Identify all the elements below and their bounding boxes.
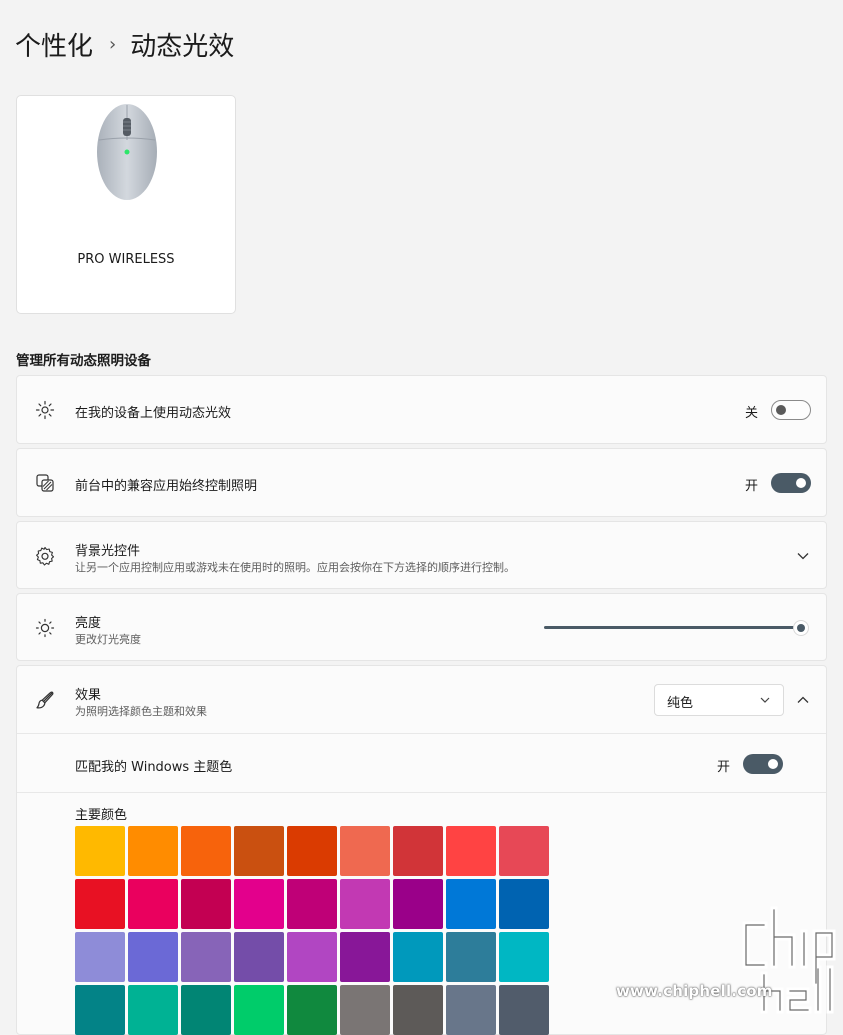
color-swatch[interactable] [128, 826, 178, 876]
lighting-icon [35, 400, 55, 420]
layers-icon [36, 474, 54, 492]
color-swatch[interactable] [181, 932, 231, 982]
use-lighting-toggle[interactable] [771, 400, 811, 420]
color-swatch[interactable] [499, 879, 549, 929]
color-swatch[interactable] [446, 879, 496, 929]
color-swatch[interactable] [340, 826, 390, 876]
color-swatch[interactable] [499, 826, 549, 876]
background-control-row[interactable]: 背景光控件 让另一个应用控制应用或游戏未在使用时的照明。应用会按你在下方选择的顺… [16, 521, 827, 589]
color-swatch[interactable] [181, 879, 231, 929]
chevron-down-icon[interactable] [796, 549, 810, 563]
chevron-up-icon[interactable] [796, 693, 810, 707]
device-card[interactable]: PRO WIRELESS [16, 95, 236, 314]
breadcrumb-separator: › [109, 33, 117, 55]
effect-dropdown-value: 纯色 [667, 696, 694, 711]
color-swatch[interactable] [75, 879, 125, 929]
foreground-apps-state: 开 [745, 479, 759, 494]
color-swatch[interactable] [128, 879, 178, 929]
breadcrumb: 个性化 › 动态光效 [15, 24, 234, 64]
section-title: 管理所有动态照明设备 [16, 353, 151, 369]
brightness-subtitle: 更改灯光亮度 [75, 633, 141, 646]
color-swatch[interactable] [234, 985, 284, 1035]
brightness-slider-track[interactable] [544, 626, 802, 629]
foreground-apps-toggle[interactable] [771, 473, 811, 493]
foreground-apps-row: 前台中的兼容应用始终控制照明 开 [16, 448, 827, 517]
color-swatch[interactable] [234, 932, 284, 982]
color-swatch[interactable] [287, 879, 337, 929]
divider [17, 792, 826, 793]
color-swatch[interactable] [287, 826, 337, 876]
brush-icon [36, 691, 54, 709]
color-swatch[interactable] [446, 932, 496, 982]
chevron-down-icon [760, 697, 770, 703]
color-swatch[interactable] [446, 985, 496, 1035]
color-swatch[interactable] [75, 826, 125, 876]
color-swatch[interactable] [234, 879, 284, 929]
color-swatch[interactable] [340, 985, 390, 1035]
match-theme-label: 匹配我的 Windows 主题色 [75, 760, 233, 775]
color-swatch[interactable] [128, 985, 178, 1035]
color-swatch[interactable] [393, 932, 443, 982]
color-swatch[interactable] [234, 826, 284, 876]
color-swatch[interactable] [393, 826, 443, 876]
effect-dropdown[interactable]: 纯色 [654, 684, 784, 716]
brightness-slider-thumb[interactable] [793, 620, 809, 636]
background-control-title: 背景光控件 [75, 544, 141, 559]
watermark-text: www.chiphell.com [616, 982, 773, 1000]
divider [17, 733, 826, 734]
color-swatch-grid [75, 826, 549, 1035]
brightness-title: 亮度 [75, 616, 102, 631]
color-swatch[interactable] [499, 985, 549, 1035]
brightness-row: 亮度 更改灯光亮度 [16, 593, 827, 661]
breadcrumb-parent[interactable]: 个性化 [15, 26, 93, 63]
use-lighting-state: 关 [745, 406, 759, 421]
effects-title: 效果 [75, 688, 102, 703]
use-lighting-row: 在我的设备上使用动态光效 关 [16, 375, 827, 444]
background-control-subtitle: 让另一个应用控制应用或游戏未在使用时的照明。应用会按你在下方选择的顺序进行控制。 [75, 561, 515, 574]
page-title: 动态光效 [130, 31, 235, 62]
match-theme-toggle[interactable] [743, 754, 783, 774]
foreground-apps-title: 前台中的兼容应用始终控制照明 [75, 479, 258, 494]
mouse-image [97, 104, 157, 200]
color-swatch[interactable] [393, 985, 443, 1035]
color-swatch[interactable] [181, 985, 231, 1035]
color-swatch[interactable] [340, 879, 390, 929]
color-swatch[interactable] [75, 932, 125, 982]
color-swatch[interactable] [393, 879, 443, 929]
color-swatch[interactable] [499, 932, 549, 982]
match-theme-state: 开 [717, 760, 731, 775]
effects-subtitle: 为照明选择颜色主题和效果 [75, 705, 207, 718]
color-swatch[interactable] [287, 932, 337, 982]
gear-icon [36, 546, 55, 566]
color-swatch[interactable] [75, 985, 125, 1035]
main-colors-title: 主要颜色 [75, 808, 128, 823]
color-swatch[interactable] [181, 826, 231, 876]
sun-icon [35, 618, 55, 638]
device-name: PRO WIRELESS [77, 252, 175, 267]
color-swatch[interactable] [340, 932, 390, 982]
color-swatch[interactable] [287, 985, 337, 1035]
use-lighting-title: 在我的设备上使用动态光效 [75, 406, 232, 421]
color-swatch[interactable] [446, 826, 496, 876]
color-swatch[interactable] [128, 932, 178, 982]
